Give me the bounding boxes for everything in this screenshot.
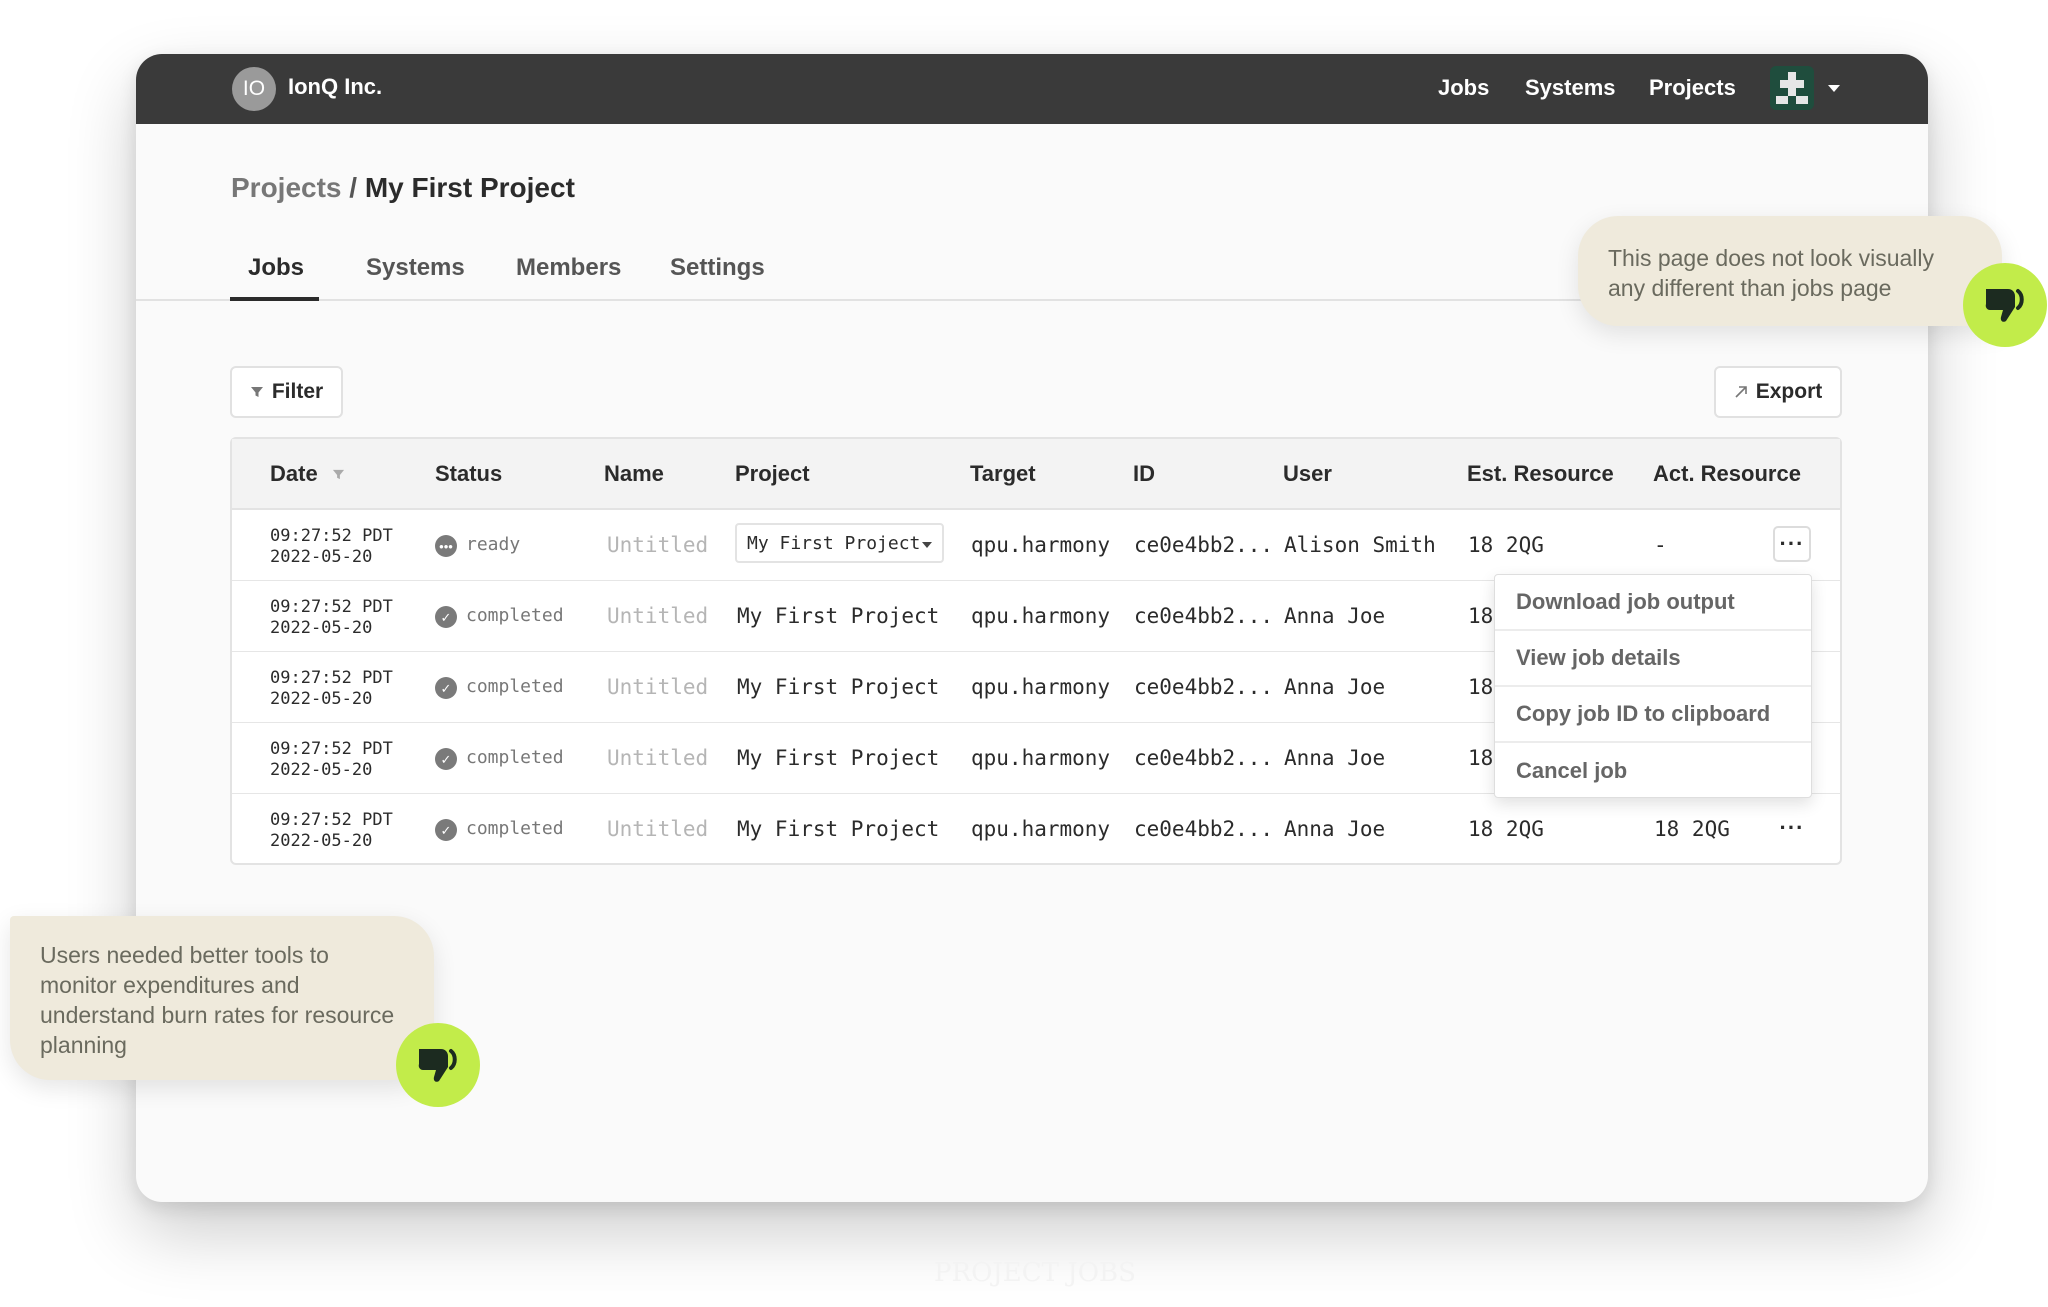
column-header-date[interactable]: Date — [270, 461, 345, 487]
filter-button[interactable]: Filter — [230, 366, 343, 418]
job-id: ce0e4bb2... — [1134, 604, 1274, 628]
figure-caption: PROJECT JOBS — [934, 1258, 1136, 1288]
thumbs-down-badge — [396, 1023, 480, 1107]
column-header-est-resource: Est. Resource — [1467, 461, 1614, 486]
act-resource: - — [1654, 533, 1667, 557]
breadcrumb-separator: / — [349, 172, 358, 203]
project-select[interactable]: My First Project — [735, 523, 944, 563]
job-id: ce0e4bb2... — [1134, 817, 1274, 841]
est-resource: 18 2QG — [1468, 817, 1544, 841]
menu-item-cancel-job[interactable]: Cancel job — [1495, 743, 1811, 799]
column-header-status: Status — [435, 461, 503, 486]
user-avatar[interactable] — [1770, 66, 1814, 110]
job-target: qpu.harmony — [971, 817, 1111, 841]
job-name: Untitled — [607, 746, 709, 770]
job-project: My First Project — [737, 746, 940, 770]
column-header-user: User — [1283, 461, 1332, 486]
table-row[interactable]: 09:27:52 PDT 2022-05-20 ✓ completed Untit… — [232, 794, 1840, 865]
column-header-target: Target — [970, 461, 1036, 486]
job-id: ce0e4bb2... — [1134, 675, 1274, 699]
tab-jobs[interactable]: Jobs — [248, 254, 304, 282]
column-header-id: ID — [1133, 461, 1155, 486]
user-menu-chevron-down-icon[interactable] — [1828, 85, 1840, 92]
job-name: Untitled — [607, 675, 709, 699]
job-target: qpu.harmony — [971, 675, 1111, 699]
table-header: Date Status Name Project Target ID User … — [232, 439, 1840, 510]
act-resource: 18 2QG — [1654, 817, 1730, 841]
job-id: ce0e4bb2... — [1134, 533, 1274, 557]
job-user: Anna Joe — [1284, 675, 1386, 699]
job-name: Untitled — [607, 817, 709, 841]
tab-systems[interactable]: Systems — [366, 254, 465, 282]
annotation-note-user-needs: Users needed better tools to monitor exp… — [10, 916, 434, 1080]
job-name: Untitled — [607, 604, 709, 628]
filter-button-label: Filter — [271, 380, 324, 403]
row-actions-more-icon[interactable]: ··· — [1773, 526, 1811, 562]
nav-link-jobs[interactable]: Jobs — [1438, 75, 1489, 101]
active-tab-indicator — [230, 297, 319, 301]
status-text: completed — [466, 747, 564, 768]
table-row[interactable]: 09:27:52 PDT 2022-05-20 ••• ready Untitle… — [232, 510, 1840, 581]
export-button-label: Export — [1755, 380, 1823, 403]
column-header-act-resource: Act. Resource — [1653, 461, 1801, 486]
status-text: completed — [466, 605, 564, 626]
job-user: Anna Joe — [1284, 817, 1386, 841]
row-actions-more-icon[interactable]: ··· — [1773, 810, 1811, 846]
status-text: completed — [466, 818, 564, 839]
row-actions-menu: Download job output View job details Cop… — [1494, 574, 1812, 798]
status-completed-check-icon: ✓ — [435, 819, 457, 841]
nav-link-systems[interactable]: Systems — [1525, 75, 1616, 101]
arrow-up-right-icon — [1735, 386, 1747, 398]
row-datetime: 09:27:52 PDT 2022-05-20 — [270, 668, 393, 709]
est-resource: 18 — [1468, 746, 1494, 770]
status-text: ready — [466, 534, 521, 555]
tab-members[interactable]: Members — [516, 254, 621, 282]
org-avatar[interactable]: IO — [232, 67, 276, 111]
job-user: Alison Smith — [1284, 533, 1436, 557]
est-resource: 18 2QG — [1468, 533, 1544, 557]
nav-link-projects[interactable]: Projects — [1649, 75, 1736, 101]
thumbs-down-icon — [418, 1049, 457, 1082]
job-user: Anna Joe — [1284, 604, 1386, 628]
top-navigation-bar: IO IonQ Inc. Jobs Systems Projects — [136, 54, 1928, 124]
job-user: Anna Joe — [1284, 746, 1386, 770]
org-name[interactable]: IonQ Inc. — [288, 74, 382, 100]
row-datetime: 09:27:52 PDT 2022-05-20 — [270, 739, 393, 780]
status-pending-icon: ••• — [435, 535, 457, 557]
job-name: Untitled — [607, 533, 709, 557]
job-target: qpu.harmony — [971, 604, 1111, 628]
tab-settings[interactable]: Settings — [670, 254, 765, 282]
row-datetime: 09:27:52 PDT 2022-05-20 — [270, 526, 393, 567]
job-target: qpu.harmony — [971, 533, 1111, 557]
menu-item-view-job-details[interactable]: View job details — [1495, 631, 1811, 687]
export-button[interactable]: Export — [1714, 366, 1842, 418]
user-identicon-icon — [1776, 72, 1808, 104]
breadcrumb-projects-link[interactable]: Projects — [231, 172, 342, 203]
breadcrumb: Projects / My First Project — [231, 172, 575, 204]
job-project: My First Project — [737, 604, 940, 628]
page-title: My First Project — [364, 172, 575, 203]
column-header-name: Name — [604, 461, 664, 486]
annotation-note-design-feedback: This page does not look visually any dif… — [1578, 216, 2002, 326]
sort-filter-icon[interactable] — [332, 468, 345, 481]
status-completed-check-icon: ✓ — [435, 606, 457, 628]
job-id: ce0e4bb2... — [1134, 746, 1274, 770]
job-target: qpu.harmony — [971, 746, 1111, 770]
job-project: My First Project — [737, 817, 940, 841]
job-project: My First Project — [737, 675, 940, 699]
column-header-project: Project — [735, 461, 810, 486]
menu-item-download-job-output[interactable]: Download job output — [1495, 575, 1811, 631]
select-caret-icon — [922, 542, 932, 548]
menu-item-copy-job-id[interactable]: Copy job ID to clipboard — [1495, 687, 1811, 743]
row-datetime: 09:27:52 PDT 2022-05-20 — [270, 810, 393, 851]
status-completed-check-icon: ✓ — [435, 677, 457, 699]
status-text: completed — [466, 676, 564, 697]
filter-funnel-icon — [250, 387, 263, 397]
status-completed-check-icon: ✓ — [435, 748, 457, 770]
thumbs-down-icon — [1985, 289, 2024, 322]
row-datetime: 09:27:52 PDT 2022-05-20 — [270, 597, 393, 638]
est-resource: 18 — [1468, 604, 1494, 628]
est-resource: 18 — [1468, 675, 1494, 699]
thumbs-down-badge — [1963, 263, 2047, 347]
